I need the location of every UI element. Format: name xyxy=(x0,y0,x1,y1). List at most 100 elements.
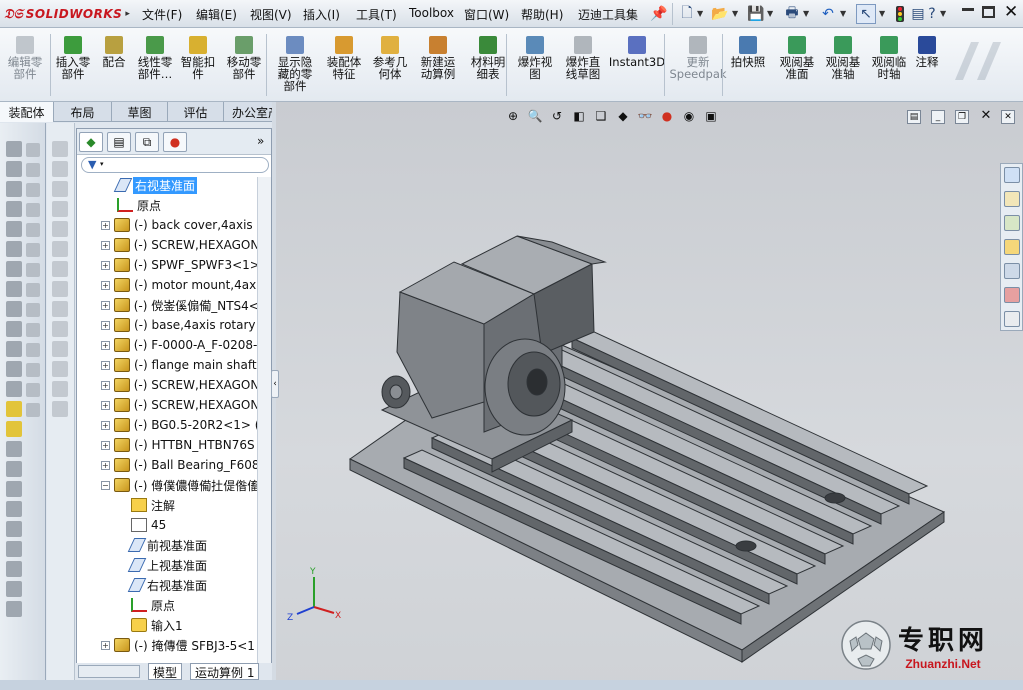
exploded-view-button[interactable]: 爆炸视 图 xyxy=(514,36,556,80)
expand-icon[interactable]: + xyxy=(101,360,110,370)
expand-icon[interactable]: + xyxy=(101,400,110,410)
sketch-tool-icon[interactable] xyxy=(6,501,22,517)
sketch-tool-icon[interactable] xyxy=(6,281,22,297)
tree-filter-input[interactable]: ▼ ▾ xyxy=(81,157,269,173)
instant3d-button[interactable]: Instant3D xyxy=(609,36,665,68)
tree-item[interactable]: + (-) Ball Bearing_F608 xyxy=(77,455,257,475)
show-hidden-button[interactable]: 显示隐 藏的零 部件 xyxy=(274,36,316,92)
sketch-tool-icon[interactable] xyxy=(6,181,22,197)
menu-file[interactable]: 文件(F) xyxy=(142,6,182,23)
tree-item[interactable]: 右视基准面 xyxy=(77,175,257,195)
undo-icon[interactable]: ↶ xyxy=(818,4,838,24)
snapshot-button[interactable]: 拍快照 xyxy=(728,36,768,68)
view-tool-icon[interactable] xyxy=(26,143,40,157)
explode-line-sketch-button[interactable]: 爆炸直 线草图 xyxy=(560,36,606,80)
feature-tool-icon[interactable] xyxy=(52,361,68,377)
tree-item[interactable]: 原点 xyxy=(77,595,257,615)
menu-maidi-tools[interactable]: 迈迪工具集 xyxy=(578,6,638,23)
sketch-tool-icon[interactable] xyxy=(6,461,22,477)
tab-assembly[interactable]: 装配体 xyxy=(0,102,54,122)
view-temp-axes-button[interactable]: 观阅临 时轴 xyxy=(868,36,910,80)
tree-item[interactable]: + (-) SCREW,HEXAGON xyxy=(77,375,257,395)
expand-icon[interactable]: + xyxy=(101,240,110,250)
rebuild-traffic-light-icon[interactable] xyxy=(896,6,904,22)
sketch-tool-icon[interactable] xyxy=(6,581,22,597)
view-tool-icon[interactable] xyxy=(26,303,40,317)
minimize-icon[interactable] xyxy=(962,8,974,11)
tree-item[interactable]: + (-) base,4axis rotary xyxy=(77,315,257,335)
chevron-down-icon[interactable]: ▼ xyxy=(940,9,946,18)
feature-tool-icon[interactable] xyxy=(52,341,68,357)
tree-item[interactable]: + (-) SCREW,HEXAGON xyxy=(77,395,257,415)
view-tool-icon[interactable] xyxy=(26,183,40,197)
property-manager-tab-icon[interactable]: ▤ xyxy=(107,132,131,152)
tree-item[interactable]: + (-) 掩傳僼 SFBJ3-5<1 xyxy=(77,635,257,655)
sketch-tool-icon[interactable] xyxy=(6,301,22,317)
new-document-icon[interactable]: 🗋 xyxy=(677,4,697,24)
insert-component-button[interactable]: 插入零 部件 xyxy=(52,36,94,80)
tab-nav-arrows[interactable] xyxy=(78,665,140,678)
assembly-feature-button[interactable]: 装配体 特征 xyxy=(323,36,365,80)
custom-properties-icon[interactable] xyxy=(1004,311,1020,327)
home-icon[interactable] xyxy=(1004,191,1020,207)
view-tool-icon[interactable] xyxy=(26,203,40,217)
menu-window[interactable]: 窗口(W) xyxy=(464,6,509,23)
feature-tree-tab-icon[interactable]: ◆ xyxy=(79,132,103,152)
tree-item[interactable]: + (-) motor mount,4ax xyxy=(77,275,257,295)
chevron-down-icon[interactable]: ▼ xyxy=(879,9,885,18)
feature-tool-icon[interactable] xyxy=(52,301,68,317)
menu-help[interactable]: 帮助(H) xyxy=(521,6,563,23)
sw-resources-icon[interactable] xyxy=(1004,167,1020,183)
mate-button[interactable]: 配合 xyxy=(98,36,130,68)
feature-tool-icon[interactable] xyxy=(52,281,68,297)
configuration-manager-tab-icon[interactable]: ⧉ xyxy=(135,132,159,152)
display-manager-tab-icon[interactable]: ● xyxy=(163,132,187,152)
feature-tool-icon[interactable] xyxy=(52,161,68,177)
select-pointer-icon[interactable]: ↖ xyxy=(856,4,876,24)
expand-icon[interactable]: + xyxy=(101,260,110,270)
tree-scrollbar[interactable] xyxy=(257,177,271,677)
view-tool-icon[interactable] xyxy=(26,403,40,417)
annotation-button[interactable]: 注释 xyxy=(912,36,942,68)
file-explorer-icon[interactable] xyxy=(1004,239,1020,255)
chevron-down-icon[interactable]: ▼ xyxy=(697,9,703,18)
expand-icon[interactable]: + xyxy=(101,340,110,350)
tree-item[interactable]: + (-) F-0000-A_F-0208- xyxy=(77,335,257,355)
sketch-tool-icon[interactable] xyxy=(6,221,22,237)
sketch-tool-icon[interactable] xyxy=(6,401,22,417)
sketch-tool-icon[interactable] xyxy=(6,201,22,217)
sketch-tool-icon[interactable] xyxy=(6,421,22,437)
sketch-tool-icon[interactable] xyxy=(6,321,22,337)
tree-item[interactable]: 输入1 xyxy=(77,615,257,635)
menu-insert[interactable]: 插入(I) xyxy=(303,6,340,23)
sketch-tool-icon[interactable] xyxy=(6,141,22,157)
tree-item[interactable]: − (-) 僔僕儂僔僃扗偍偺傗 xyxy=(77,475,257,495)
chevron-down-icon[interactable]: ▼ xyxy=(732,9,738,18)
close-icon[interactable]: ✕ xyxy=(1004,2,1018,22)
move-component-button[interactable]: 移动零 部件 xyxy=(222,36,266,80)
feature-tool-icon[interactable] xyxy=(52,181,68,197)
view-tool-icon[interactable] xyxy=(26,343,40,357)
chevron-down-icon[interactable]: ▼ xyxy=(767,9,773,18)
tree-item[interactable]: 45 xyxy=(77,515,257,535)
tab-sketch[interactable]: 草图 xyxy=(112,102,168,122)
save-icon[interactable]: 💾 xyxy=(746,4,766,24)
sketch-tool-icon[interactable] xyxy=(6,261,22,277)
view-tool-icon[interactable] xyxy=(26,323,40,337)
feature-tool-icon[interactable] xyxy=(52,241,68,257)
view-tool-icon[interactable] xyxy=(26,223,40,237)
sketch-tool-icon[interactable] xyxy=(6,521,22,537)
new-motion-study-button[interactable]: 新建运 动算例 xyxy=(416,36,460,80)
menu-toolbox[interactable]: Toolbox xyxy=(409,6,454,20)
tree-item[interactable]: + (-) SCREW,HEXAGON xyxy=(77,235,257,255)
collapse-icon[interactable]: − xyxy=(101,480,110,490)
pin-icon[interactable]: 📌 xyxy=(649,4,669,24)
sketch-tool-icon[interactable] xyxy=(6,381,22,397)
expand-icon[interactable]: + xyxy=(101,320,110,330)
tree-item[interactable]: 前视基准面 xyxy=(77,535,257,555)
restore-icon[interactable] xyxy=(982,6,995,18)
linear-pattern-button[interactable]: 线性零 部件… xyxy=(134,36,176,80)
appearances-icon[interactable] xyxy=(1004,287,1020,303)
tab-motion-study-1[interactable]: 运动算例 1 xyxy=(190,663,260,680)
view-tool-icon[interactable] xyxy=(26,263,40,277)
